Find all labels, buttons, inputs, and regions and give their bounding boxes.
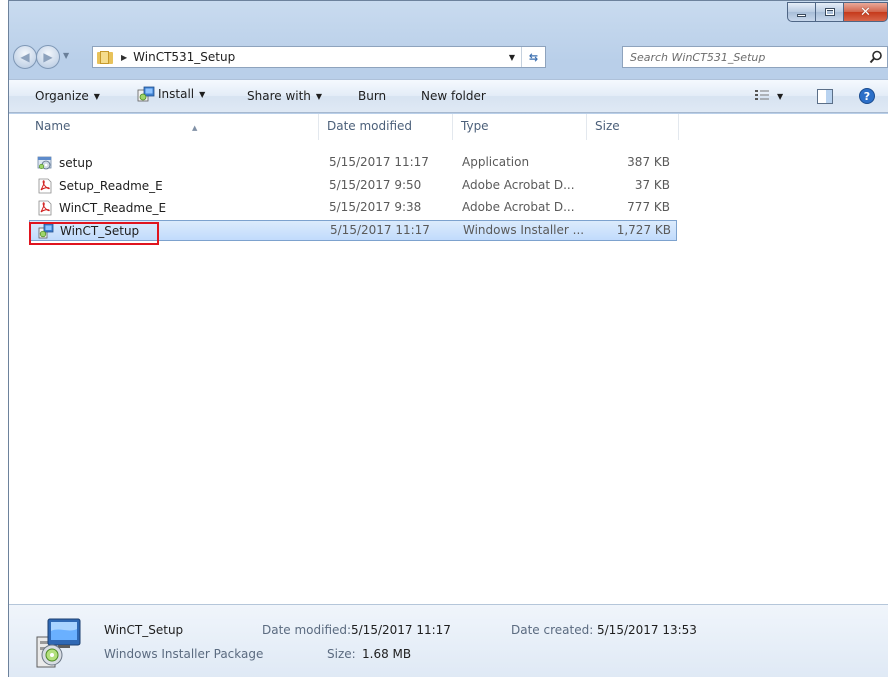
share-with-label: Share with xyxy=(247,89,311,103)
forward-arrow-icon: ▶ xyxy=(43,50,53,64)
maximize-icon xyxy=(824,8,835,16)
details-size-value: 1.68 MB xyxy=(362,647,412,661)
file-type: Adobe Acrobat D... xyxy=(462,178,575,192)
sort-ascending-icon: ▲ xyxy=(192,124,198,132)
file-name-cell: setup xyxy=(37,155,93,171)
burn-label: Burn xyxy=(358,89,387,103)
file-date: 5/15/2017 9:38 xyxy=(329,200,422,214)
chevron-down-icon: ▼ xyxy=(777,91,784,101)
file-row-setup-readme[interactable]: Setup_Readme_E 5/15/2017 9:50 Adobe Acro… xyxy=(29,176,677,197)
pdf-icon xyxy=(38,200,52,216)
application-icon xyxy=(37,156,52,170)
installer-package-large-icon xyxy=(36,618,81,668)
share-with-menu[interactable]: Share with ▼ xyxy=(247,89,322,103)
column-headers: Name ▲ Date modified Type Size xyxy=(9,114,888,140)
details-file-kind: Windows Installer Package xyxy=(104,647,264,661)
explorer-window: ✕ ◀ ▶ ▼ ▶ WinCT531_Setup ▼ ⇆ Organize ▼ xyxy=(8,0,888,677)
close-icon: ✕ xyxy=(860,4,871,20)
chevron-down-icon: ▼ xyxy=(93,91,100,101)
new-folder-label: New folder xyxy=(421,89,486,103)
file-name: setup xyxy=(59,156,93,170)
details-file-name: WinCT_Setup xyxy=(104,623,184,637)
file-type: Adobe Acrobat D... xyxy=(462,200,575,214)
minimize-icon xyxy=(797,13,806,17)
annotation-highlight-box xyxy=(29,222,159,245)
file-size: 777 KB xyxy=(627,200,670,214)
folder-icon xyxy=(97,50,113,64)
file-date: 5/15/2017 11:17 xyxy=(329,155,429,169)
details-size-label: Size: xyxy=(327,647,356,661)
column-header-date-modified[interactable]: Date modified xyxy=(319,114,453,140)
column-header-size-label: Size xyxy=(595,119,620,133)
command-bar: Organize ▼ Install ▼ Share with ▼ Burn New … xyxy=(9,79,888,113)
column-header-name[interactable]: Name ▲ xyxy=(27,114,319,140)
chevron-down-icon: ▼ xyxy=(199,89,206,99)
install-menu[interactable]: Install ▼ xyxy=(137,86,205,102)
address-dropdown-icon[interactable]: ▼ xyxy=(509,53,515,62)
column-header-size[interactable]: Size xyxy=(587,114,679,140)
file-list-pane[interactable]: Name ▲ Date modified Type Size setup 5/1… xyxy=(9,114,888,604)
new-folder-button[interactable]: New folder xyxy=(421,89,486,103)
file-type: Windows Installer ... xyxy=(463,223,585,237)
details-date-modified-value: 5/15/2017 11:17 xyxy=(351,623,451,637)
search-input[interactable] xyxy=(630,50,860,64)
file-type: Application xyxy=(462,155,530,169)
file-name-cell: Setup_Readme_E xyxy=(37,178,163,194)
view-details-icon xyxy=(755,90,769,100)
file-name: Setup_Readme_E xyxy=(59,179,163,193)
breadcrumb-arrow-icon[interactable]: ▶ xyxy=(121,53,127,62)
refresh-button[interactable]: ⇆ xyxy=(521,47,545,67)
details-date-created-value: 5/15/2017 13:53 xyxy=(597,623,697,637)
file-name: WinCT_Readme_E xyxy=(59,201,167,215)
preview-pane-icon[interactable] xyxy=(817,89,833,104)
svg-text:?: ? xyxy=(864,90,870,103)
chevron-down-icon: ▼ xyxy=(315,91,323,101)
column-header-date-label: Date modified xyxy=(327,119,413,133)
maximize-button[interactable] xyxy=(815,2,843,22)
organize-menu[interactable]: Organize ▼ xyxy=(35,89,100,103)
column-header-type[interactable]: Type xyxy=(453,114,587,140)
back-arrow-icon: ◀ xyxy=(20,50,30,64)
help-icon[interactable]: ? xyxy=(859,88,875,104)
search-icon[interactable] xyxy=(869,50,883,64)
organize-label: Organize xyxy=(35,89,89,103)
address-bar[interactable]: ▶ WinCT531_Setup ▼ ⇆ xyxy=(92,46,546,68)
file-row-setup[interactable]: setup 5/15/2017 11:17 Application 387 KB xyxy=(29,153,677,174)
file-row-winct-readme[interactable]: WinCT_Readme_E 5/15/2017 9:38 Adobe Acro… xyxy=(29,198,677,219)
title-bar[interactable]: ✕ xyxy=(9,1,888,37)
close-button[interactable]: ✕ xyxy=(843,2,888,22)
burn-button[interactable]: Burn xyxy=(358,89,386,103)
caption-buttons: ✕ xyxy=(787,2,888,22)
file-date: 5/15/2017 11:17 xyxy=(330,223,430,237)
file-size: 37 KB xyxy=(634,178,670,192)
file-date: 5/15/2017 9:50 xyxy=(329,178,422,192)
minimize-button[interactable] xyxy=(787,2,815,22)
refresh-icon: ⇆ xyxy=(528,50,539,64)
column-header-name-label: Name xyxy=(35,119,71,133)
address-row: ◀ ▶ ▼ ▶ WinCT531_Setup ▼ ⇆ xyxy=(9,43,888,73)
search-box xyxy=(622,46,888,68)
breadcrumb-folder[interactable]: WinCT531_Setup xyxy=(133,50,235,64)
forward-button[interactable]: ▶ xyxy=(36,45,60,69)
pdf-icon xyxy=(38,178,52,194)
file-size: 387 KB xyxy=(627,155,670,169)
change-view-button[interactable]: ▼ xyxy=(754,89,783,103)
install-label: Install xyxy=(158,87,195,101)
column-header-type-label: Type xyxy=(461,119,489,133)
installer-icon xyxy=(137,86,155,102)
recent-pages-dropdown-icon[interactable]: ▼ xyxy=(63,51,69,60)
file-name-cell: WinCT_Readme_E xyxy=(37,200,166,216)
back-button[interactable]: ◀ xyxy=(13,45,37,69)
details-date-modified-label: Date modified: xyxy=(262,623,352,637)
details-pane: WinCT_Setup Windows Installer Package Da… xyxy=(9,604,888,677)
file-size: 1,727 KB xyxy=(616,223,671,237)
details-date-created-label: Date created: xyxy=(511,623,594,637)
